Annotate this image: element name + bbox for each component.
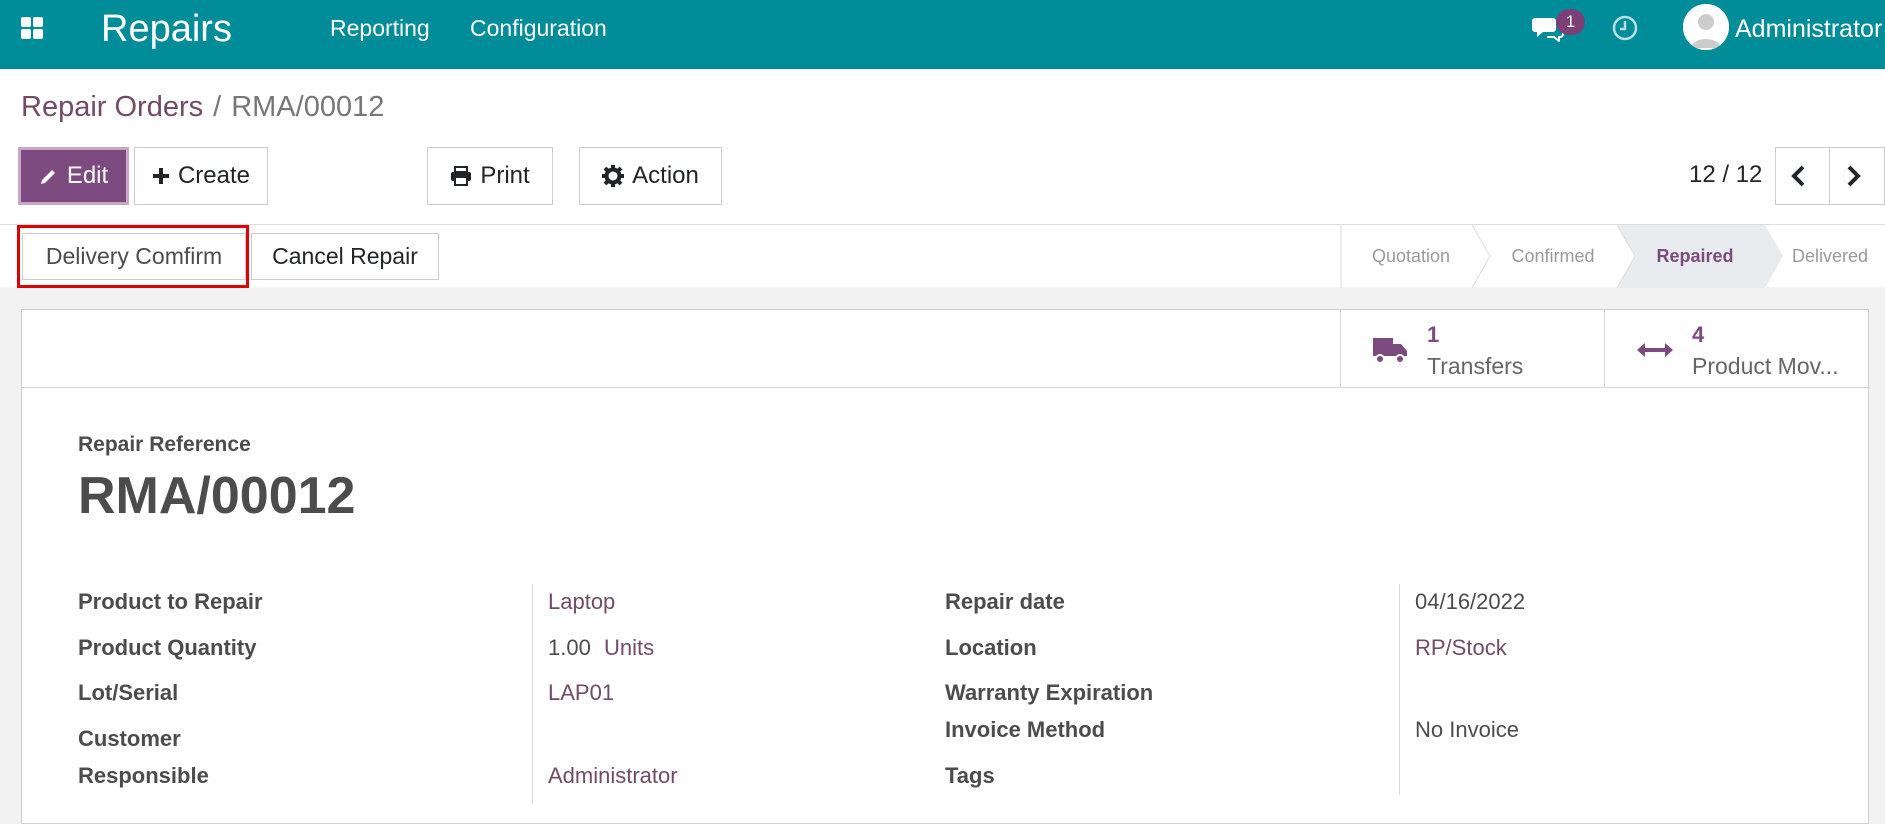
smart-button-box: 1 Transfers 4 Product Mov... bbox=[22, 310, 1870, 388]
breadcrumb-current: RMA/00012 bbox=[231, 91, 385, 123]
chevron-left-icon bbox=[1790, 165, 1804, 187]
product-quantity-label: Product Quantity bbox=[78, 635, 257, 660]
invoice-method-value: No Invoice bbox=[1415, 717, 1519, 742]
pencil-icon bbox=[40, 170, 55, 184]
truck-icon bbox=[1373, 338, 1407, 364]
arrows-horizontal-icon bbox=[1637, 343, 1673, 357]
stage-repaired[interactable]: Repaired bbox=[1630, 225, 1760, 288]
pager-next-button[interactable] bbox=[1829, 147, 1885, 205]
left-group-divider bbox=[532, 584, 533, 804]
repair-date-label: Repair date bbox=[945, 589, 1065, 614]
edit-button-label: Edit bbox=[66, 162, 109, 189]
product-moves-smart-button[interactable]: 4 Product Mov... bbox=[1604, 310, 1870, 388]
product-uom-value[interactable]: Units bbox=[604, 635, 654, 661]
product-moves-label: Product Mov... bbox=[1692, 353, 1839, 379]
responsible-label: Responsible bbox=[78, 763, 209, 788]
location-value[interactable]: RP/Stock bbox=[1415, 635, 1507, 661]
breadcrumb-repair-orders[interactable]: Repair Orders bbox=[21, 91, 203, 123]
form-sheet: 1 Transfers 4 Product Mov... bbox=[21, 309, 1870, 824]
transfers-count: 1 bbox=[1427, 322, 1440, 347]
transfers-smart-button[interactable]: 1 Transfers bbox=[1340, 310, 1604, 388]
action-button[interactable]: Action bbox=[579, 147, 722, 205]
right-group-divider bbox=[1399, 584, 1400, 795]
lot-serial-label: Lot/Serial bbox=[78, 680, 179, 705]
transfers-label: Transfers bbox=[1427, 353, 1524, 379]
responsible-value[interactable]: Administrator bbox=[548, 763, 678, 789]
create-button[interactable]: Create bbox=[134, 147, 268, 205]
menu-reporting[interactable]: Reporting bbox=[330, 15, 430, 42]
print-button[interactable]: Print bbox=[427, 147, 553, 205]
statusbar: Delivery Comfirm Cancel Repair Quotation… bbox=[0, 224, 1885, 288]
pager-previous-button[interactable] bbox=[1775, 147, 1830, 205]
customer-label: Customer bbox=[78, 726, 181, 751]
menu-configuration[interactable]: Configuration bbox=[470, 15, 607, 42]
location-label: Location bbox=[945, 635, 1037, 660]
activity-clock-icon[interactable] bbox=[1611, 14, 1639, 42]
product-quantity-value: 1.00 bbox=[548, 635, 591, 660]
lot-serial-value[interactable]: LAP01 bbox=[548, 680, 614, 706]
repair-date-value: 04/16/2022 bbox=[1415, 589, 1526, 614]
edit-button[interactable]: Edit bbox=[18, 147, 129, 205]
repair-reference-label: Repair Reference bbox=[78, 433, 251, 456]
product-moves-count: 4 bbox=[1692, 322, 1705, 347]
repair-reference-title: RMA/00012 bbox=[78, 467, 356, 525]
gear-icon bbox=[602, 165, 625, 187]
app-title: Repairs bbox=[101, 8, 232, 50]
chevron-right-icon bbox=[1847, 165, 1861, 187]
user-menu[interactable]: Administrator bbox=[1735, 15, 1882, 44]
user-avatar[interactable] bbox=[1683, 4, 1729, 50]
highlight-box bbox=[17, 225, 249, 288]
cancel-repair-button[interactable]: Cancel Repair bbox=[251, 233, 439, 280]
stage-quotation[interactable]: Quotation bbox=[1341, 225, 1481, 288]
create-button-label: Create bbox=[177, 162, 251, 189]
invoice-method-label: Invoice Method bbox=[945, 717, 1106, 742]
stage-delivered[interactable]: Delivered bbox=[1775, 225, 1885, 288]
pager-value[interactable]: 12 / 12 bbox=[1689, 161, 1762, 189]
plus-icon bbox=[152, 168, 169, 184]
breadcrumb-separator: / bbox=[213, 91, 222, 123]
warranty-expiration-label: Warranty Expiration bbox=[945, 680, 1154, 705]
apps-menu-icon[interactable] bbox=[21, 17, 45, 41]
top-navbar: Repairs Reporting Configuration 1 Admini… bbox=[0, 0, 1885, 69]
action-button-label: Action bbox=[632, 162, 699, 189]
product-to-repair-label: Product to Repair bbox=[78, 589, 263, 614]
breadcrumb: Repair Orders / RMA/00012 bbox=[21, 91, 384, 124]
tags-label: Tags bbox=[945, 763, 995, 788]
stage-confirmed[interactable]: Confirmed bbox=[1482, 225, 1624, 288]
printer-icon bbox=[451, 166, 472, 186]
print-button-label: Print bbox=[480, 162, 530, 189]
product-to-repair-value[interactable]: Laptop bbox=[548, 589, 615, 615]
message-count-badge: 1 bbox=[1556, 9, 1585, 35]
